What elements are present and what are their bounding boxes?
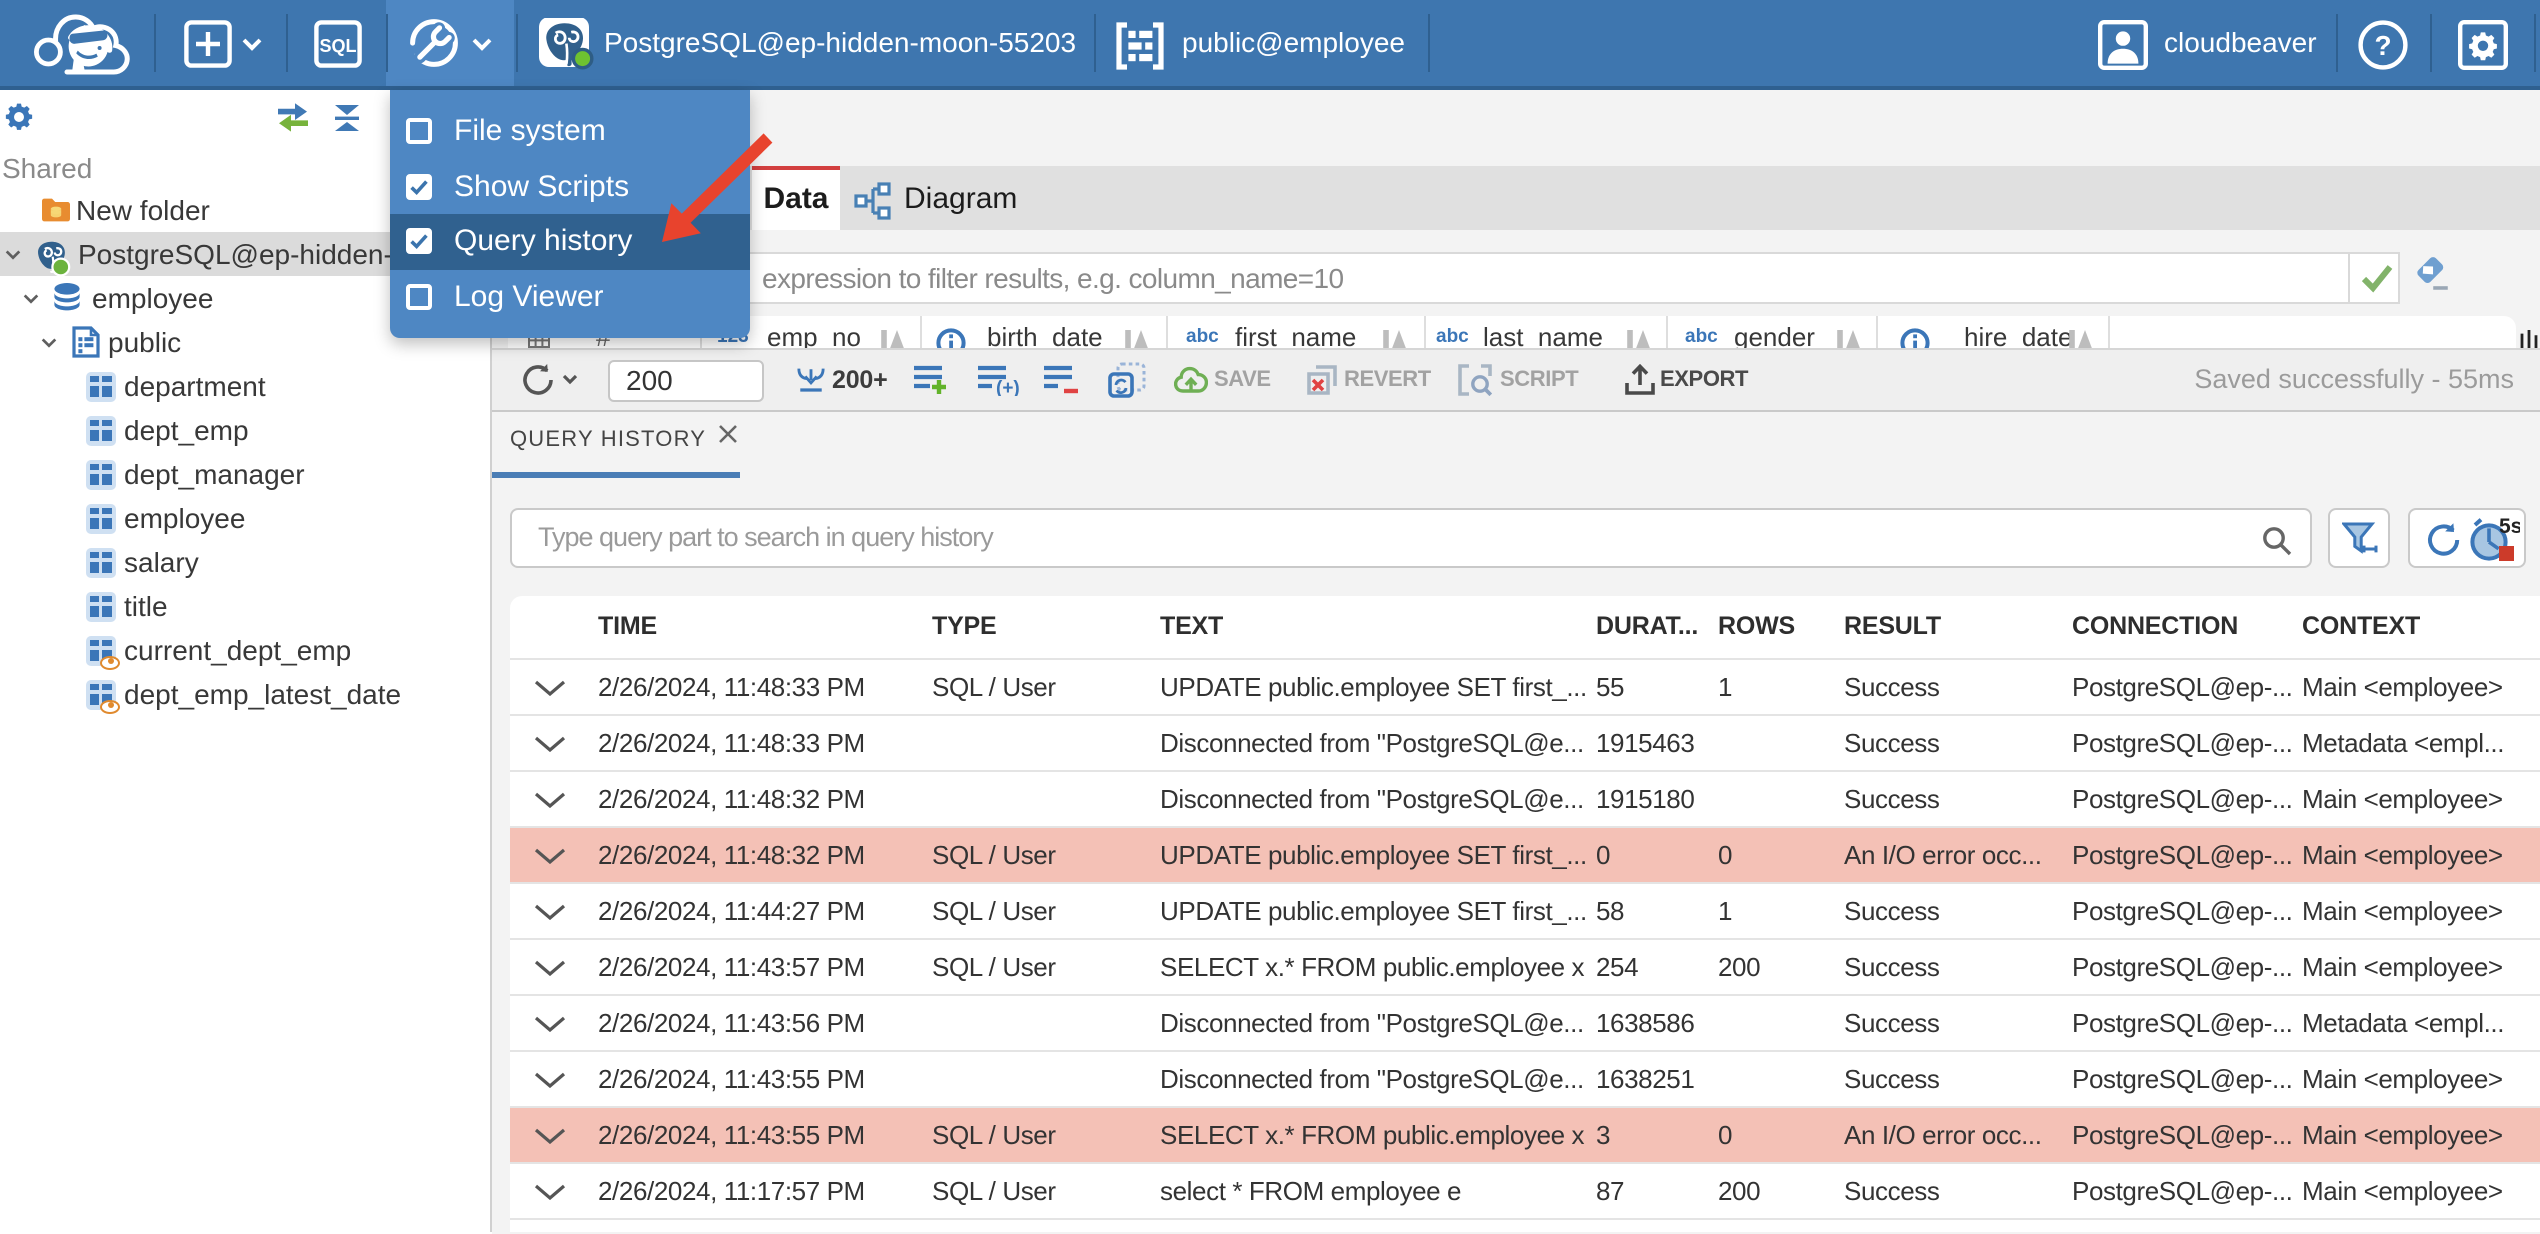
svg-text:SQL: SQL: [319, 36, 356, 56]
svg-text:?: ?: [2374, 30, 2391, 61]
svg-text:5s: 5s: [2499, 515, 2520, 537]
svg-text:(+): (+): [996, 378, 1020, 396]
